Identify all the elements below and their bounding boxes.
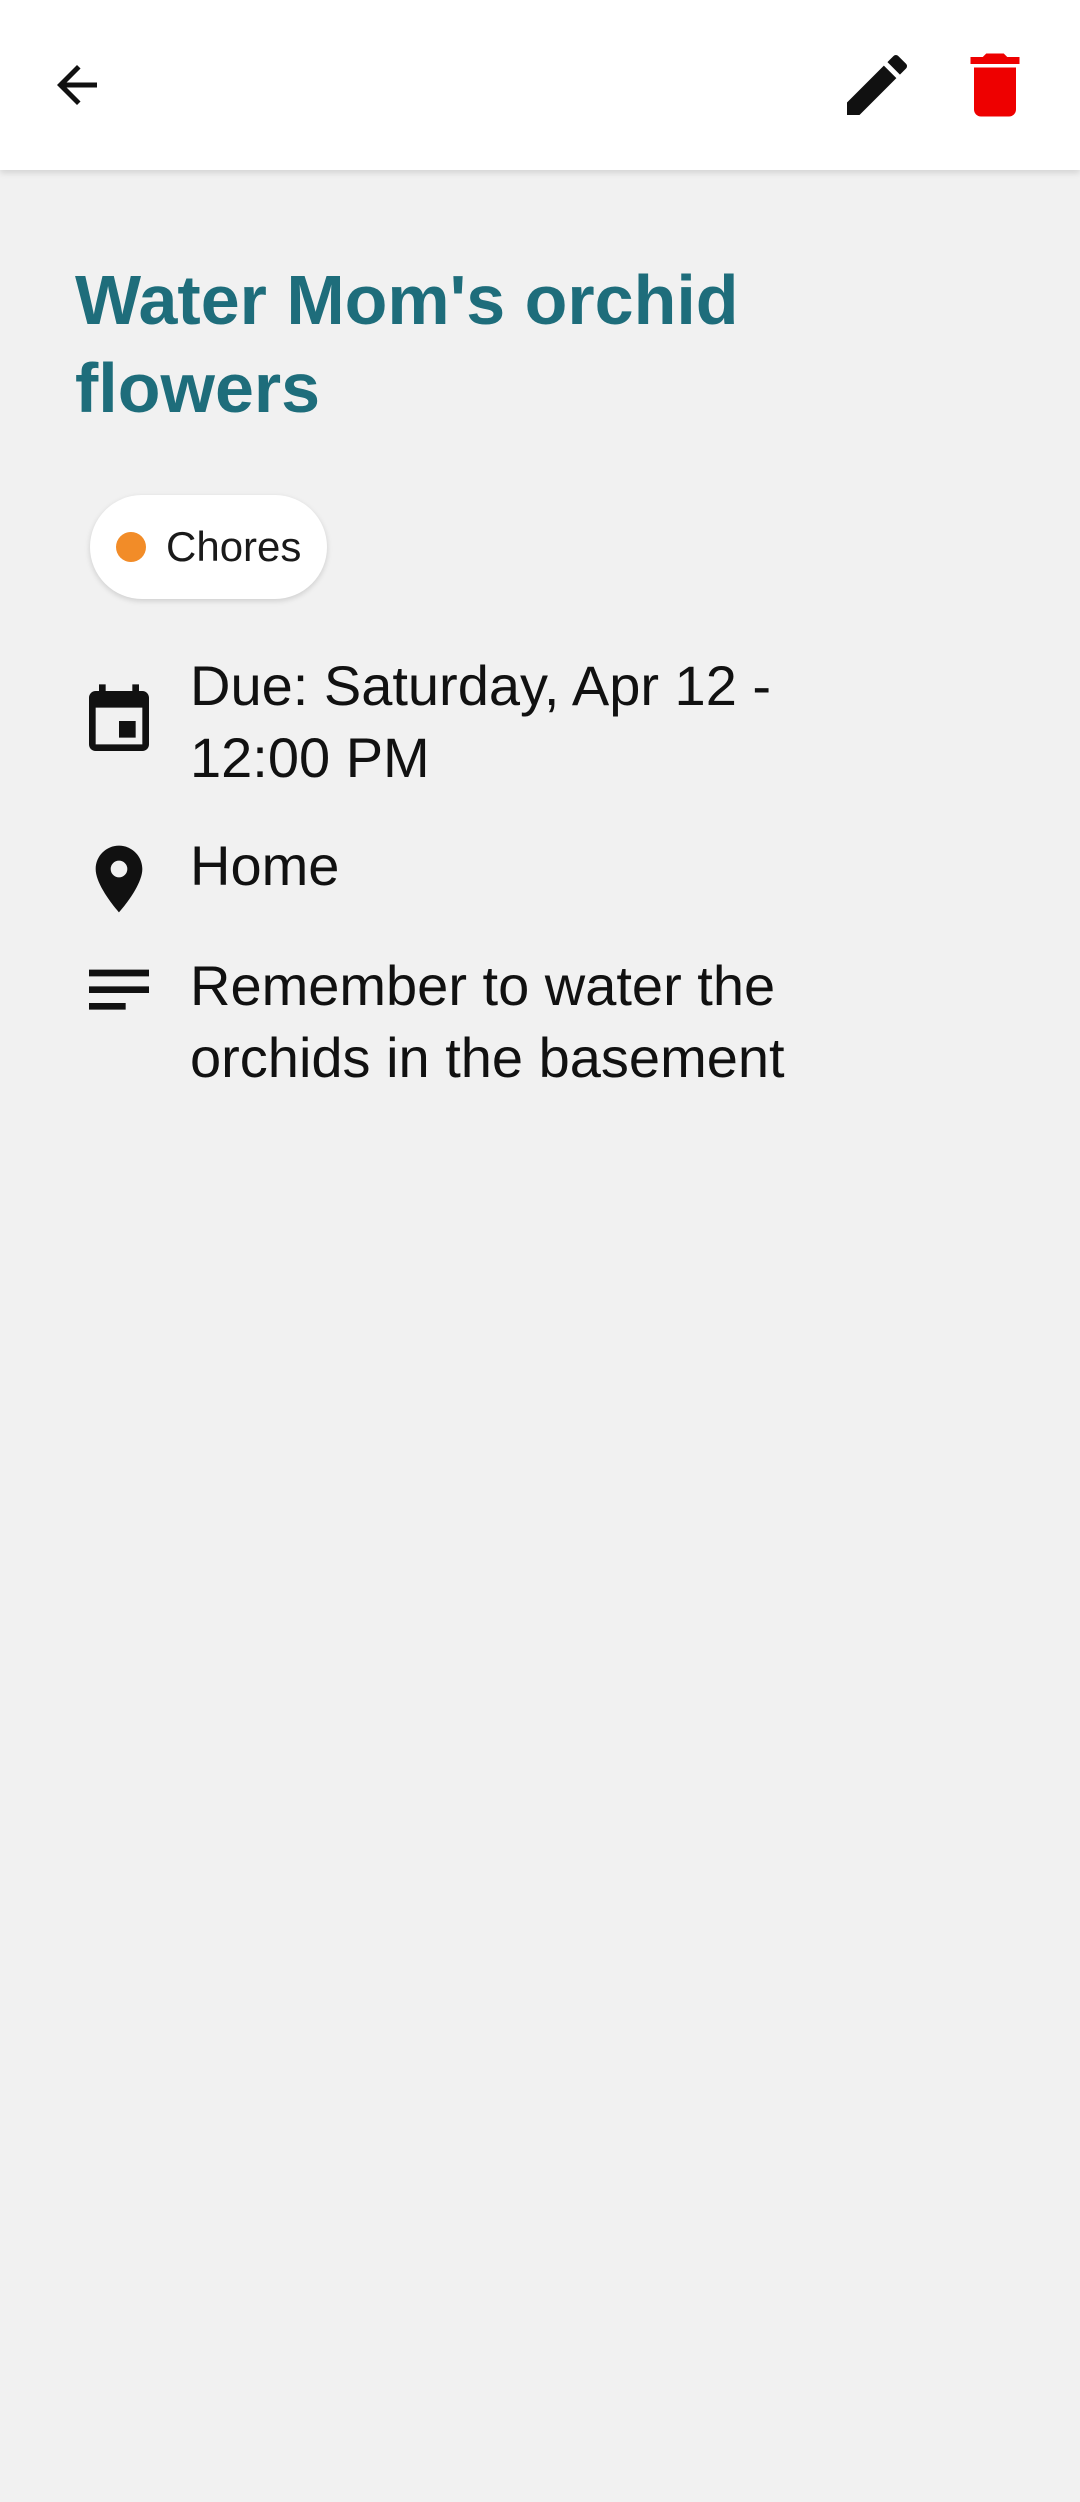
notes-icon xyxy=(78,952,160,1034)
location-pin-icon xyxy=(78,838,160,920)
category-label: Chores xyxy=(166,523,302,570)
edit-button[interactable] xyxy=(832,40,922,130)
category-color-dot xyxy=(116,532,146,562)
pencil-icon xyxy=(847,54,908,115)
category-chip[interactable]: Chores xyxy=(90,495,328,599)
task-title: Water Mom's orchid flowers xyxy=(75,261,739,427)
app-bar xyxy=(0,0,1080,170)
arrow-back-icon xyxy=(57,65,97,105)
delete-button[interactable] xyxy=(950,40,1040,130)
task-detail: Water Mom's orchid flowers Chores Due: S… xyxy=(0,170,1080,2502)
trash-icon xyxy=(970,53,1020,117)
back-button[interactable] xyxy=(32,40,122,130)
calendar-icon xyxy=(78,680,160,762)
due-text: Due: Saturday, Apr 12 - 12:00 PM xyxy=(190,654,772,789)
location-text: Home xyxy=(190,834,340,897)
notes-text: Remember to water the orchids in the bas… xyxy=(190,954,785,1089)
